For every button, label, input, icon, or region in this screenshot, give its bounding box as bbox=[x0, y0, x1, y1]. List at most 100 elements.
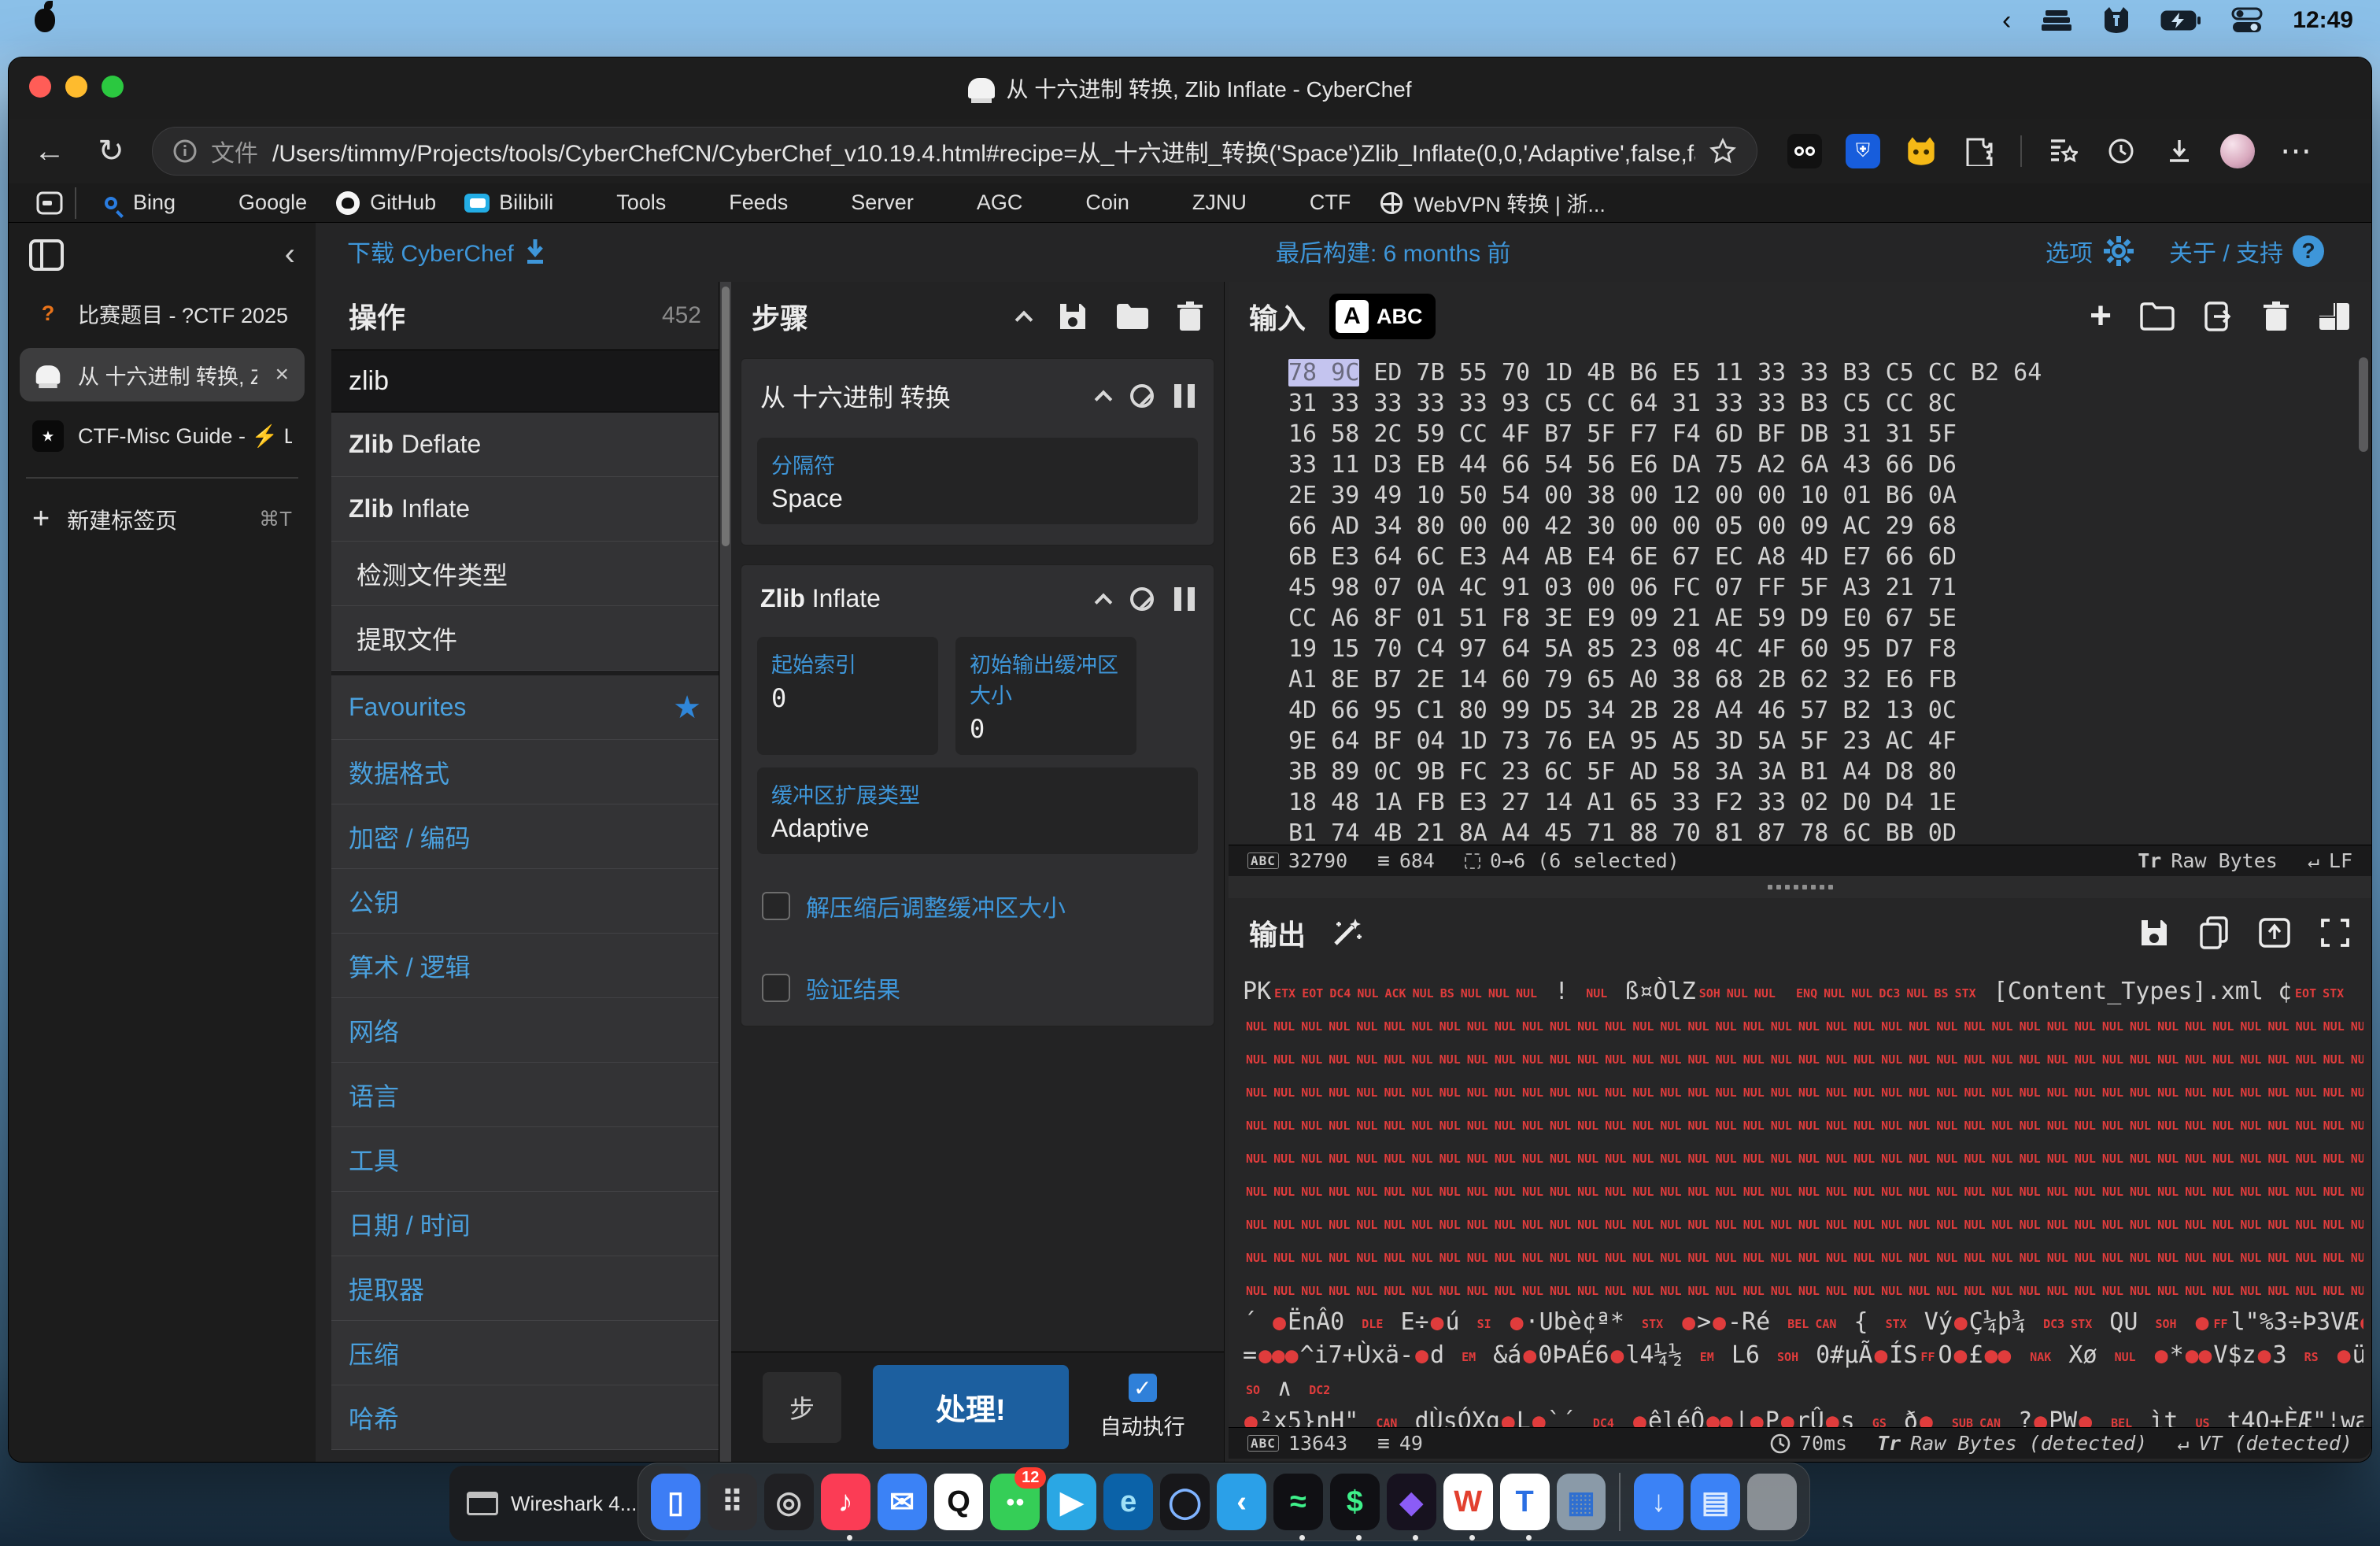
initial-buffer-size-field[interactable]: 初始输出缓冲区大小 0 bbox=[955, 637, 1136, 755]
favourites-star-icon[interactable]: ★ bbox=[673, 690, 701, 726]
breakpoint-op-icon[interactable] bbox=[1174, 587, 1195, 611]
collapse-op-icon[interactable] bbox=[1095, 390, 1113, 409]
dock-vscode-icon[interactable]: ‹ bbox=[1217, 1474, 1266, 1530]
bookmark[interactable]: Google bbox=[190, 190, 321, 216]
apple-menu-icon[interactable] bbox=[35, 9, 55, 32]
bookmark[interactable]: CTF bbox=[1261, 190, 1365, 216]
open-input-icon[interactable] bbox=[2203, 301, 2234, 332]
dock-downloads-folder-icon[interactable]: ↓ bbox=[1634, 1474, 1683, 1530]
bookmark[interactable]: ZJNU bbox=[1144, 190, 1261, 216]
extensions-puzzle-icon[interactable] bbox=[1962, 134, 1997, 168]
category-item[interactable]: 算术 / 逻辑 bbox=[331, 934, 719, 998]
url-text[interactable]: /Users/timmy/Projects/tools/CyberChefCN/… bbox=[272, 134, 1695, 168]
dock-remote-desktop-icon[interactable]: ▦ bbox=[1557, 1474, 1606, 1530]
input-encoding-selector[interactable]: TrRaw Bytes bbox=[2138, 849, 2278, 872]
split-view-icon[interactable] bbox=[2318, 301, 2351, 331]
tab-actions-icon[interactable] bbox=[29, 239, 64, 271]
load-recipe-folder-icon[interactable] bbox=[1115, 302, 1150, 331]
maximize-output-icon[interactable] bbox=[2319, 917, 2351, 949]
breakpoint-op-icon[interactable] bbox=[1174, 384, 1195, 408]
category-item[interactable]: 数据格式 bbox=[331, 740, 719, 804]
clear-recipe-trash-icon[interactable] bbox=[1177, 301, 1203, 332]
io-resize-handle[interactable] bbox=[1229, 876, 2371, 898]
category-item[interactable]: 日期 / 时间 bbox=[331, 1192, 719, 1256]
download-cyberchef-link[interactable]: 下载 CyberChef bbox=[347, 234, 547, 268]
back-button[interactable]: ← bbox=[29, 134, 70, 169]
dock-camera-app-icon[interactable]: ◎ bbox=[764, 1474, 814, 1530]
split-screen-icon[interactable] bbox=[32, 186, 67, 220]
save-output-icon[interactable] bbox=[2138, 917, 2170, 949]
bookmark[interactable]: WebVPN 转换 | 浙... bbox=[1365, 187, 1620, 218]
new-tab-button[interactable]: + 新建标签页 ⌘T bbox=[20, 493, 305, 546]
close-tab-icon[interactable]: × bbox=[272, 361, 292, 388]
collections-icon[interactable] bbox=[2046, 134, 2080, 168]
keyboard-icon[interactable] bbox=[2041, 9, 2072, 32]
dock-docs-app-icon[interactable]: T bbox=[1500, 1474, 1550, 1530]
bookmark[interactable]: Server bbox=[802, 190, 928, 216]
dock-telegram-icon[interactable]: ▶ bbox=[1047, 1474, 1096, 1530]
profile-avatar[interactable] bbox=[2220, 134, 2255, 168]
dock-activity-monitor-icon[interactable]: ≈ bbox=[1273, 1474, 1323, 1530]
dock-terminal-icon[interactable]: $ bbox=[1330, 1474, 1380, 1530]
input-scrollbar[interactable] bbox=[2359, 357, 2368, 452]
category-item[interactable]: 压缩 bbox=[331, 1321, 719, 1385]
favourites-category[interactable]: Favourites ★ bbox=[331, 675, 719, 740]
tampermonkey-menu-icon[interactable] bbox=[2102, 7, 2131, 34]
history-icon[interactable] bbox=[2104, 134, 2138, 168]
delimiter-select[interactable]: 分隔符 Space bbox=[757, 438, 1198, 524]
open-file-folder-icon[interactable] bbox=[2140, 302, 2175, 331]
reload-button[interactable]: ↻ bbox=[91, 133, 131, 169]
goggles-extension-icon[interactable] bbox=[1787, 134, 1822, 168]
close-window-button[interactable] bbox=[29, 76, 51, 98]
checkbox-unchecked[interactable] bbox=[762, 974, 790, 1002]
dock-wps-office-icon[interactable]: W bbox=[1443, 1474, 1493, 1530]
operation-list-item[interactable]: 提取文件 bbox=[331, 606, 719, 671]
dock-documents-folder-icon[interactable]: ▤ bbox=[1691, 1474, 1740, 1530]
add-input-tab-icon[interactable]: + bbox=[2090, 301, 2112, 332]
category-item[interactable]: 提取器 bbox=[331, 1256, 719, 1321]
category-item[interactable]: 加密 / 编码 bbox=[331, 804, 719, 869]
about-support-link[interactable]: 关于 / 支持 ? bbox=[2169, 234, 2324, 268]
checkbox-unchecked[interactable] bbox=[762, 892, 790, 920]
dock-obsidian-icon[interactable]: ◆ bbox=[1387, 1474, 1436, 1530]
downloads-icon[interactable] bbox=[2162, 134, 2197, 168]
operations-scrollbar[interactable] bbox=[720, 282, 731, 1462]
disable-op-icon[interactable] bbox=[1130, 384, 1154, 408]
dock-music-icon[interactable]: ♪ bbox=[821, 1474, 870, 1530]
category-item[interactable]: 语言 bbox=[331, 1063, 719, 1127]
zoom-window-button[interactable] bbox=[102, 76, 124, 98]
tampermonkey-extension-icon[interactable] bbox=[1904, 134, 1938, 168]
auto-bake-control[interactable]: ✓ 自动执行 bbox=[1100, 1374, 1185, 1441]
dock-mail-icon[interactable]: ✉ bbox=[878, 1474, 927, 1530]
dock-wechat-icon[interactable]: ●●12 bbox=[990, 1474, 1040, 1530]
disable-op-icon[interactable] bbox=[1130, 587, 1154, 611]
address-bar[interactable]: 文件 /Users/timmy/Projects/tools/CyberChef… bbox=[152, 127, 1757, 176]
settings-ellipsis-icon[interactable]: ⋯ bbox=[2278, 134, 2313, 168]
save-recipe-icon[interactable] bbox=[1057, 301, 1088, 332]
category-item[interactable]: 工具 bbox=[331, 1127, 719, 1192]
input-textarea[interactable]: 78 9C ED 7B 55 70 1D 4B B6 E5 11 33 33 B… bbox=[1229, 351, 2371, 845]
menu-clock[interactable]: 12:49 bbox=[2293, 7, 2353, 34]
resize-buffer-checkbox-row[interactable]: 解压缩后调整缓冲区大小 bbox=[762, 889, 1193, 923]
dock-lens-app-icon[interactable]: ◯ bbox=[1160, 1474, 1210, 1530]
collapse-recipe-icon[interactable] bbox=[1015, 310, 1033, 328]
category-item[interactable]: 公钥 bbox=[331, 869, 719, 934]
operation-list-item[interactable]: Zlib Deflate bbox=[331, 412, 719, 477]
output-textarea[interactable]: PKETXEOTDC4NULACKNULBSNULNULNUL ! NUL ß¤… bbox=[1229, 967, 2371, 1427]
bookmark[interactable]: Bing bbox=[84, 190, 190, 216]
collapse-rail-icon[interactable]: ‹ bbox=[285, 237, 295, 272]
bookmark[interactable]: Tools bbox=[567, 190, 680, 216]
operation-list-item[interactable]: 检测文件类型 bbox=[331, 542, 719, 606]
dock-launchpad-icon[interactable]: ⠿ bbox=[708, 1474, 757, 1530]
chevron-left-icon[interactable]: ‹ bbox=[2002, 6, 2011, 36]
dock-trash-icon[interactable] bbox=[1747, 1474, 1797, 1530]
bookmark[interactable]: GitHub bbox=[321, 190, 450, 216]
copy-output-icon[interactable] bbox=[2198, 916, 2230, 949]
recipe-op-zlib-inflate[interactable]: Zlib Inflate 起始索引 0 初始输出缓冲区大小 bbox=[741, 564, 1214, 1026]
operations-search-input[interactable]: zlib bbox=[331, 350, 719, 412]
shield-extension-icon[interactable]: ⛨ bbox=[1846, 134, 1880, 168]
replace-input-icon[interactable] bbox=[2258, 917, 2291, 949]
start-index-field[interactable]: 起始索引 0 bbox=[757, 637, 938, 755]
category-item[interactable]: 网络 bbox=[331, 998, 719, 1063]
input-encoding-badge[interactable]: A ABC bbox=[1329, 294, 1436, 339]
